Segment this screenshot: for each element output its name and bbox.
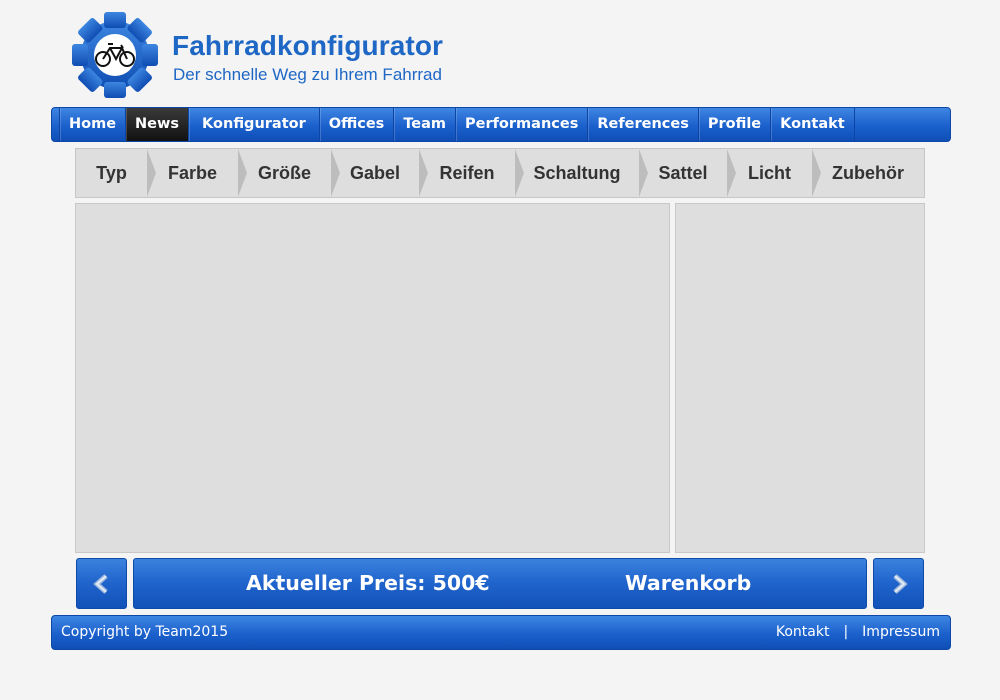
preview-panel <box>75 203 670 553</box>
nav-item-konfigurator[interactable]: Konfigurator <box>188 108 319 141</box>
nav-item-profile[interactable]: Profile <box>697 108 770 141</box>
step-tab-reifen[interactable]: Reifen <box>419 149 524 197</box>
current-price: Aktueller Preis: 500€ <box>246 571 490 595</box>
nav-item-team[interactable]: Team <box>393 108 455 141</box>
step-tab-typ[interactable]: Typ <box>76 149 156 197</box>
app-title: Fahrradkonfigurator <box>172 30 444 61</box>
footer-links: Kontakt | Impressum <box>776 616 940 649</box>
copyright-text: Copyright by Team2015 <box>61 624 229 640</box>
step-tab-farbe[interactable]: Farbe <box>147 149 247 197</box>
chevron-left-icon <box>93 574 108 594</box>
nav-item-kontakt[interactable]: Kontakt <box>770 108 855 141</box>
step-tab-sattel[interactable]: Sattel <box>639 149 736 197</box>
footer: Copyright by Team2015 Kontakt | Impressum <box>51 615 951 650</box>
nav-item-news[interactable]: News <box>125 108 189 141</box>
price-bar: Aktueller Preis: 500€ Warenkorb <box>133 558 867 609</box>
chevron-right-icon <box>893 574 908 594</box>
previous-step-button[interactable] <box>76 558 127 609</box>
footer-separator: | <box>843 624 849 640</box>
main-navigation: Home News Konfigurator Offices Team Perf… <box>51 107 951 142</box>
footer-link-kontakt[interactable]: Kontakt <box>776 624 830 640</box>
nav-item-offices[interactable]: Offices <box>318 108 394 141</box>
step-tab-groesse[interactable]: Größe <box>238 149 340 197</box>
nav-item-references[interactable]: References <box>587 108 698 141</box>
step-tab-schaltung[interactable]: Schaltung <box>515 149 648 197</box>
gear-bicycle-icon <box>72 12 158 98</box>
cart-button[interactable]: Warenkorb <box>625 559 751 608</box>
configurator-steps: Typ Farbe Größe Gabel Reifen Schaltung S… <box>75 148 925 198</box>
footer-link-impressum[interactable]: Impressum <box>862 624 940 640</box>
nav-item-home[interactable]: Home <box>59 108 125 141</box>
logo <box>72 12 158 98</box>
app-subtitle: Der schnelle Weg zu Ihrem Fahrrad <box>173 65 442 84</box>
next-step-button[interactable] <box>873 558 924 609</box>
step-tab-gabel[interactable]: Gabel <box>331 149 428 197</box>
step-tab-licht[interactable]: Licht <box>727 149 821 197</box>
nav-item-performances[interactable]: Performances <box>455 108 587 141</box>
options-panel <box>675 203 925 553</box>
step-tab-zubehoer[interactable]: Zubehör <box>812 149 924 197</box>
